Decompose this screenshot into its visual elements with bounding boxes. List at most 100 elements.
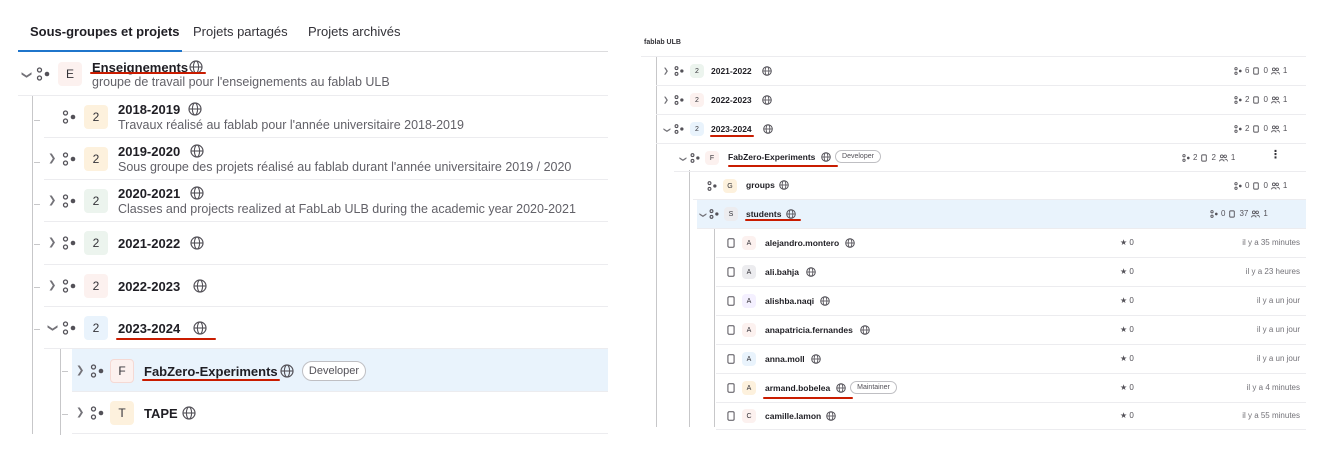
star-count[interactable]: ★ 0 <box>1120 325 1134 334</box>
breadcrumb[interactable]: fablab ULB <box>644 39 681 46</box>
star-count[interactable]: ★ 0 <box>1120 296 1134 305</box>
star-count[interactable]: ★ 0 <box>1120 411 1134 420</box>
group-avatar[interactable]: S <box>724 207 738 221</box>
group-row-2018-2019[interactable]: 2 2018-2019 Travaux réalisé au fablab po… <box>34 96 608 138</box>
group-avatar[interactable]: F <box>110 359 134 383</box>
kebab-icon[interactable]: ⋮ <box>1270 148 1281 161</box>
project-avatar[interactable]: C <box>742 409 756 423</box>
group-row-2021-2022[interactable]: ❯ 2 2021-2022 6 0 1 <box>656 57 1306 86</box>
chevron-right-icon[interactable]: ❯ <box>48 195 56 207</box>
group-avatar[interactable]: 2 <box>84 231 108 255</box>
group-row-students[interactable]: ❯ S students 0 37 1 <box>697 200 1306 229</box>
group-row-tape[interactable]: ❯ T TAPE <box>62 392 608 434</box>
group-avatar[interactable]: 2 <box>690 93 704 107</box>
project-avatar[interactable]: A <box>742 381 756 395</box>
group-row-2023-2024[interactable]: ❯ 2 2023-2024 <box>34 307 608 349</box>
group-avatar[interactable]: G <box>723 179 737 193</box>
group-avatar[interactable]: 2 <box>84 147 108 171</box>
project-name[interactable]: alejandro.montero <box>765 238 839 248</box>
project-name[interactable]: ali.bahja <box>765 267 799 277</box>
group-name[interactable]: 2022-2023 <box>711 95 752 105</box>
chevron-down-icon[interactable]: ❯ <box>46 324 58 332</box>
chevron-right-icon[interactable]: ❯ <box>663 95 669 107</box>
globe-icon <box>845 238 855 248</box>
chevron-right-icon[interactable]: ❯ <box>48 237 56 249</box>
group-row-2019-2020[interactable]: ❯ 2 2019-2020 Sous groupe des projets ré… <box>34 138 608 180</box>
group-avatar[interactable]: 2 <box>84 189 108 213</box>
group-row-groups[interactable]: G groups 0 0 1 <box>693 172 1306 200</box>
project-row-ali-bahja[interactable]: A ali.bahja ★ 0 il y a 23 heures <box>716 258 1306 287</box>
role-badge: Developer <box>302 361 366 381</box>
group-name[interactable]: 2019-2020 <box>118 144 180 159</box>
project-row-alishba-naqi[interactable]: A alishba.naqi ★ 0 il y a un jour <box>716 287 1306 316</box>
project-row-armand-bobelea[interactable]: A armand.bobelea Maintainer ★ 0 il y a 4… <box>716 374 1306 403</box>
globe-icon <box>786 209 796 219</box>
group-row-2023-2024[interactable]: ❯ 2 2023-2024 2 0 1 <box>656 115 1306 144</box>
group-name[interactable]: 2021-2022 <box>711 66 752 76</box>
tab-shared-projects[interactable]: Projets partagés <box>193 24 288 39</box>
group-avatar[interactable]: E <box>58 62 82 86</box>
group-row-2021-2022[interactable]: ❯ 2 2021-2022 <box>34 222 608 265</box>
project-avatar[interactable]: A <box>742 323 756 337</box>
project-avatar[interactable]: A <box>742 265 756 279</box>
project-name[interactable]: anapatricia.fernandes <box>765 325 853 335</box>
chevron-right-icon[interactable]: ❯ <box>76 365 84 377</box>
project-avatar[interactable]: A <box>742 236 756 250</box>
group-name[interactable]: groups <box>746 180 775 190</box>
project-row-camille-lamon[interactable]: C camille.lamon ★ 0 il y a 55 minutes <box>716 403 1306 430</box>
chevron-right-icon[interactable]: ❯ <box>48 280 56 292</box>
subgroup-icon <box>709 209 719 219</box>
group-avatar[interactable]: 2 <box>84 105 108 129</box>
group-avatar[interactable]: 2 <box>84 316 108 340</box>
group-avatar[interactable]: 2 <box>690 122 704 136</box>
group-row-2022-2023[interactable]: ❯ 2 2022-2023 2 0 1 <box>656 86 1306 115</box>
group-row-enseignements[interactable]: ❯ E Enseignements groupe de travail pour… <box>18 54 608 96</box>
group-row-2020-2021[interactable]: ❯ 2 2020-2021 Classes and projects reali… <box>34 180 608 222</box>
project-row-anapatricia-fernandes[interactable]: A anapatricia.fernandes ★ 0 il y a un jo… <box>716 316 1306 345</box>
star-value: 0 <box>1129 325 1134 334</box>
project-name[interactable]: anna.moll <box>765 354 805 364</box>
tab-archived-projects[interactable]: Projets archivés <box>308 24 400 39</box>
tab-subgroups-projects[interactable]: Sous-groupes et projets <box>30 24 180 39</box>
project-name[interactable]: armand.bobelea <box>765 383 830 393</box>
group-name[interactable]: TAPE <box>144 406 178 421</box>
group-avatar[interactable]: 2 <box>84 274 108 298</box>
project-name[interactable]: camille.lamon <box>765 411 821 421</box>
group-row-fabzero-experiments[interactable]: ❯ F FabZero-Experiments Developer 2 2 1 … <box>674 144 1306 172</box>
project-avatar[interactable]: A <box>742 294 756 308</box>
subgroup-icon <box>36 67 50 81</box>
project-name[interactable]: alishba.naqi <box>765 296 814 306</box>
project-avatar[interactable]: A <box>742 352 756 366</box>
group-description: Sous groupe des projets réalisé au fabla… <box>118 160 572 174</box>
group-name[interactable]: students <box>746 209 781 219</box>
group-stats: 2 0 1 <box>1234 95 1287 104</box>
group-row-fabzero-experiments[interactable]: ❯ F FabZero-Experiments Developer <box>62 349 608 392</box>
group-name[interactable]: FabZero-Experiments <box>728 152 815 162</box>
chevron-down-icon[interactable]: ❯ <box>20 71 32 79</box>
group-name[interactable]: 2023-2024 <box>711 124 752 134</box>
group-avatar[interactable]: F <box>705 151 719 165</box>
group-avatar[interactable]: T <box>110 401 134 425</box>
chevron-down-icon[interactable]: ❯ <box>676 156 688 162</box>
chevron-down-icon[interactable]: ❯ <box>696 212 708 218</box>
group-name[interactable]: 2020-2021 <box>118 186 180 201</box>
group-row-2022-2023[interactable]: ❯ 2 2022-2023 <box>34 265 608 307</box>
star-count[interactable]: ★ 0 <box>1120 238 1134 247</box>
star-count[interactable]: ★ 0 <box>1120 383 1134 392</box>
star-icon: ★ <box>1120 325 1128 334</box>
star-count[interactable]: ★ 0 <box>1120 354 1134 363</box>
group-avatar[interactable]: 2 <box>690 64 704 78</box>
chevron-down-icon[interactable]: ❯ <box>660 127 672 133</box>
subgroup-icon <box>1234 124 1242 133</box>
chevron-right-icon[interactable]: ❯ <box>663 66 669 78</box>
group-name[interactable]: 2023-2024 <box>118 321 180 336</box>
star-count[interactable]: ★ 0 <box>1120 267 1134 276</box>
group-name[interactable]: 2021-2022 <box>118 236 180 251</box>
group-name[interactable]: 2022-2023 <box>118 279 180 294</box>
project-row-anna-moll[interactable]: A anna.moll ★ 0 il y a un jour <box>716 345 1306 374</box>
chevron-right-icon[interactable]: ❯ <box>76 407 84 419</box>
group-name[interactable]: FabZero-Experiments <box>144 364 278 379</box>
group-name[interactable]: 2018-2019 <box>118 102 180 117</box>
project-row-alejandro-montero[interactable]: A alejandro.montero ★ 0 il y a 35 minute… <box>716 229 1306 258</box>
chevron-right-icon[interactable]: ❯ <box>48 153 56 165</box>
